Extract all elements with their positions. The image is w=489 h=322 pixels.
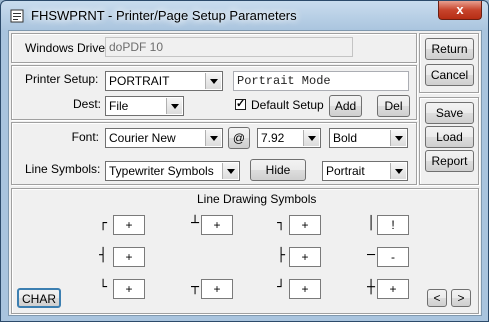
font-size-select[interactable]: 7.92 <box>257 128 321 148</box>
line-symbol-glyph: ┘ <box>277 280 285 295</box>
at-button[interactable]: @ <box>228 127 250 149</box>
printer-description-field[interactable]: Portrait Mode <box>233 71 409 91</box>
driver-label: Windows Driver: <box>25 41 113 55</box>
printer-setup-value: PORTRAIT <box>109 74 170 88</box>
char-button[interactable]: CHAR <box>17 288 61 308</box>
chevron-right-icon: > <box>457 291 465 305</box>
font-label: Font: <box>71 130 99 144</box>
dest-select[interactable]: File <box>105 96 184 116</box>
line-drawing-title: Line Drawing Symbols <box>197 192 317 206</box>
line-symbol-field[interactable]: + <box>289 279 321 299</box>
line-symbols-select[interactable]: Typewriter Symbols <box>105 161 240 181</box>
font-style-value: Bold <box>333 131 358 145</box>
report-button[interactable]: Report <box>425 150 474 172</box>
font-size-value: 7.92 <box>261 131 285 145</box>
line-symbol-glyph: └ <box>99 280 107 295</box>
load-button[interactable]: Load <box>425 126 474 148</box>
line-symbol-field[interactable]: + <box>201 279 233 299</box>
prev-button[interactable]: < <box>427 289 447 307</box>
font-name-value: Courier New <box>109 131 176 145</box>
line-symbol-glyph: ┐ <box>277 216 285 231</box>
line-symbol-field[interactable]: + <box>113 279 145 299</box>
dest-label: Dest: <box>73 97 102 111</box>
line-symbol-field[interactable]: + <box>113 215 145 235</box>
line-symbol-field[interactable]: + <box>377 279 409 299</box>
line-symbol-field[interactable]: + <box>201 215 233 235</box>
hide-button[interactable]: Hide <box>250 159 306 181</box>
line-symbols-value: Typewriter Symbols <box>109 164 214 178</box>
chevron-down-icon <box>166 98 182 114</box>
chevron-down-icon <box>390 163 406 179</box>
driver-field[interactable]: doPDF 10 <box>105 37 353 57</box>
default-setup-label: Default Setup <box>251 98 324 112</box>
add-button[interactable]: Add <box>329 95 362 117</box>
line-symbol-field[interactable]: + <box>289 215 321 235</box>
printer-setup-label: Printer Setup: <box>25 72 99 86</box>
next-button[interactable]: > <box>451 289 471 307</box>
return-button[interactable]: Return <box>425 38 474 60</box>
chevron-down-icon <box>205 130 221 146</box>
save-button[interactable]: Save <box>425 102 474 124</box>
chevron-down-icon <box>222 163 238 179</box>
cancel-button[interactable]: Cancel <box>425 64 474 86</box>
line-symbols-label: Line Symbols: <box>25 162 101 176</box>
default-setup-checkbox[interactable] <box>235 97 246 110</box>
close-button[interactable]: x <box>438 1 482 20</box>
line-symbol-field[interactable]: + <box>113 247 145 267</box>
chevron-down-icon <box>303 130 319 146</box>
chevron-down-icon <box>205 73 221 89</box>
title-bar[interactable]: FHSWPRNT - Printer/Page Setup Parameters… <box>1 1 488 31</box>
dialog-window: FHSWPRNT - Printer/Page Setup Parameters… <box>0 0 489 322</box>
dest-value: File <box>109 99 129 113</box>
app-icon <box>10 9 24 23</box>
font-style-select[interactable]: Bold <box>329 128 408 148</box>
close-icon: x <box>456 2 464 17</box>
line-symbol-field[interactable]: + <box>289 247 321 267</box>
chevron-left-icon: < <box>433 291 441 305</box>
printer-setup-select[interactable]: PORTRAIT <box>105 71 223 91</box>
font-name-select[interactable]: Courier New <box>105 128 223 148</box>
line-symbol-field[interactable]: ! <box>377 215 409 235</box>
line-symbol-glyph: ┤ <box>99 248 107 263</box>
line-symbol-glyph: ┌ <box>99 216 107 231</box>
window-title: FHSWPRNT - Printer/Page Setup Parameters <box>31 8 297 23</box>
client-area: Windows Driver: doPDF 10 Printer Setup: … <box>8 30 482 316</box>
line-symbol-glyph: ├ <box>277 248 285 263</box>
line-symbol-field[interactable]: - <box>377 247 409 267</box>
del-button[interactable]: Del <box>377 95 410 117</box>
orientation-value: Portrait <box>326 164 365 178</box>
chevron-down-icon <box>390 130 406 146</box>
orientation-select[interactable]: Portrait <box>322 161 408 181</box>
